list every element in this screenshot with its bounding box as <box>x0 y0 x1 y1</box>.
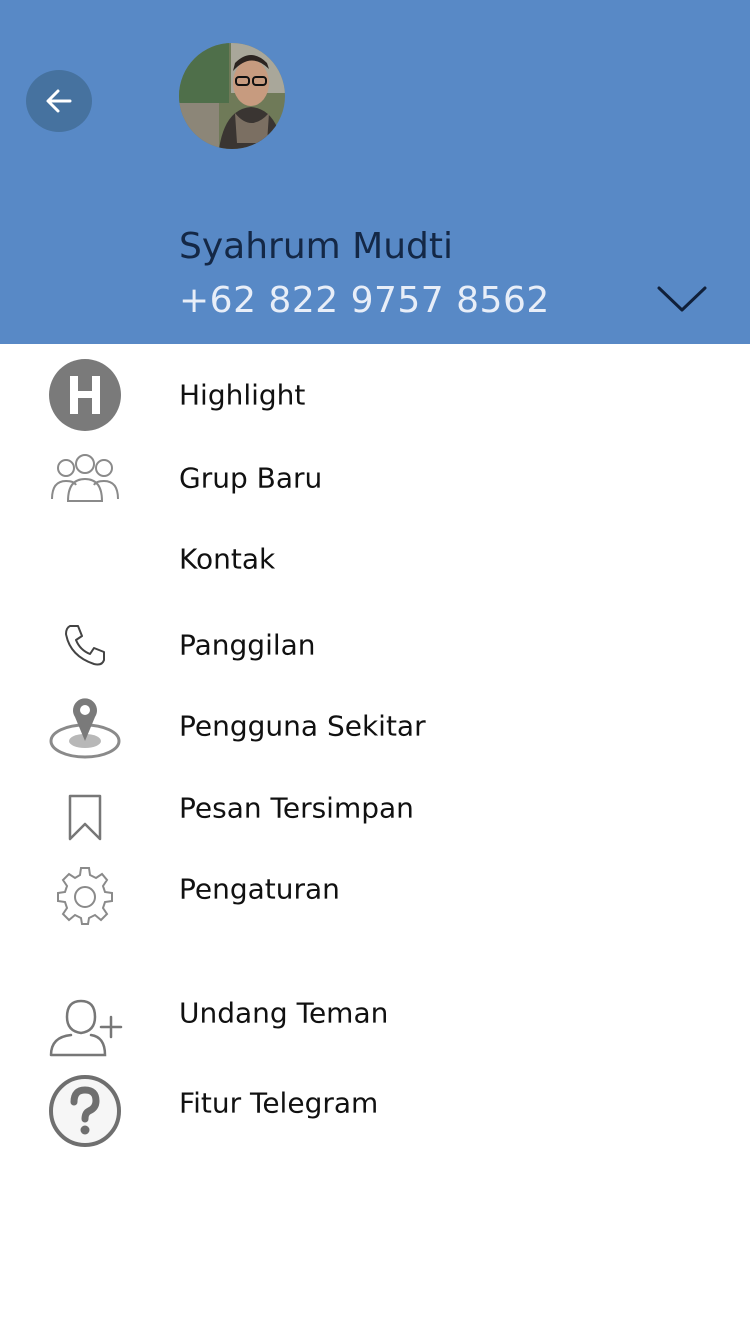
menu-item-pengguna-sekitar[interactable]: Pengguna Sekitar <box>0 691 750 761</box>
menu-label: Highlight <box>179 378 306 412</box>
menu-item-undang-teman[interactable]: Undang Teman <box>0 978 750 1057</box>
user-name: Syahrum Mudti <box>179 226 454 267</box>
menu-label: Pengaturan <box>179 872 340 906</box>
menu-item-highlight[interactable]: Highlight <box>0 359 750 431</box>
group-icon <box>44 443 126 513</box>
menu-label: Panggilan <box>179 628 316 662</box>
menu-label: Kontak <box>179 542 276 576</box>
menu-label: Grup Baru <box>179 461 323 495</box>
highlight-h-icon <box>44 359 126 431</box>
help-icon <box>44 1075 126 1147</box>
profile-header: Syahrum Mudti +62 822 9757 8562 <box>0 0 750 344</box>
location-pin-icon <box>44 691 126 761</box>
back-arrow-icon <box>46 89 72 113</box>
menu-item-pengaturan[interactable]: Pengaturan <box>0 854 750 925</box>
menu-item-pesan-tersimpan[interactable]: Pesan Tersimpan <box>0 773 750 843</box>
user-phone: +62 822 9757 8562 <box>179 280 550 321</box>
menu-item-kontak[interactable]: Kontak <box>0 524 750 594</box>
menu-item-fitur-telegram[interactable]: Fitur Telegram <box>0 1068 750 1147</box>
chevron-down-icon <box>657 286 707 312</box>
menu-label: Pesan Tersimpan <box>179 791 414 825</box>
back-button[interactable] <box>26 70 92 132</box>
menu-label: Pengguna Sekitar <box>179 709 426 743</box>
add-user-icon <box>44 992 126 1062</box>
account-expand-button[interactable] <box>654 280 710 320</box>
avatar[interactable] <box>179 43 285 149</box>
menu-item-panggilan[interactable]: Panggilan <box>0 610 750 680</box>
menu-label: Fitur Telegram <box>179 1086 379 1120</box>
phone-icon <box>44 610 126 680</box>
bookmark-icon <box>44 783 126 853</box>
menu-item-grup-baru[interactable]: Grup Baru <box>0 443 750 513</box>
menu-label: Undang Teman <box>179 996 389 1030</box>
gear-icon <box>44 862 126 932</box>
